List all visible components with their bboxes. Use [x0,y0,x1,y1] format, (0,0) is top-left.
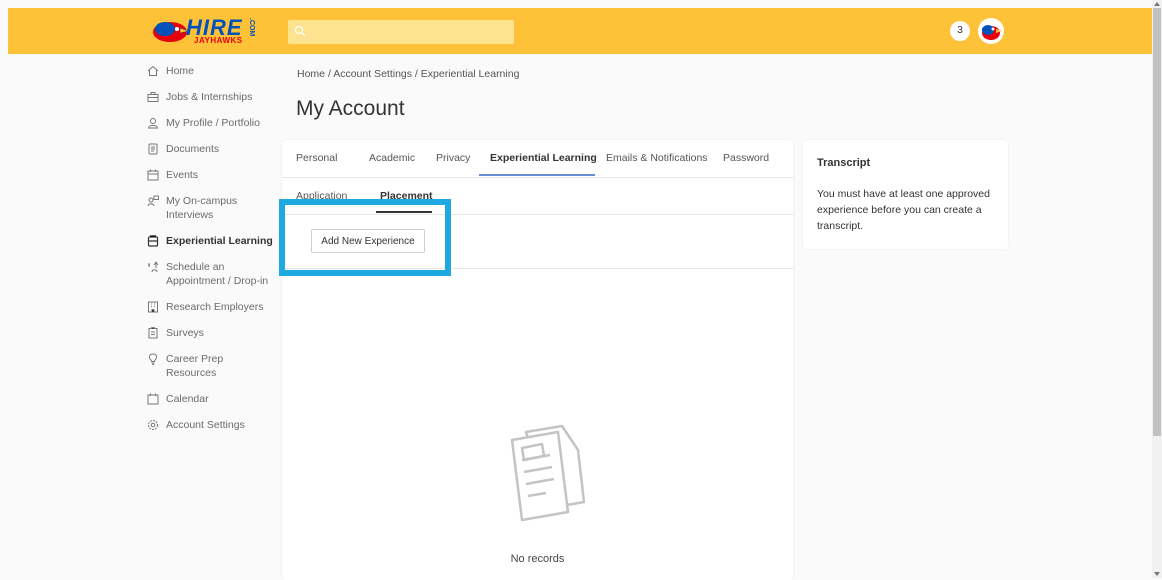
highlight-box [279,199,451,276]
tab-privacy[interactable]: Privacy [436,152,470,164]
empty-documents-icon [510,424,586,522]
sidebar-item-label: Events [166,169,199,181]
empty-state-text: No records [510,553,565,565]
sidebar-item-schedule-appointment[interactable]: Schedule an Appointment / Drop-in [146,260,276,288]
search-input[interactable] [288,20,514,44]
documents-icon [146,142,160,156]
logo-tld: .COM [248,18,255,37]
tab-experiential-learning[interactable]: Experiential Learning [490,152,597,164]
lightbulb-icon [146,352,160,366]
sidebar-item-home[interactable]: Home [146,64,276,78]
sidebar-item-label: My Profile / Portfolio [166,117,260,129]
page-title: My Account [296,97,405,120]
scrollbar-thumb[interactable] [1153,8,1161,436]
appointment-icon [146,260,160,274]
sidebar-item-label: Research Employers [166,301,264,313]
transcript-body: You must have at least one approved expe… [817,188,990,232]
sidebar-nav: Home Jobs & Internships My Profile / Por… [146,64,276,444]
sidebar-item-label: Home [166,65,195,77]
notification-badge[interactable]: 3 [950,21,970,41]
sidebar-item-label: Career Prep Resources [166,353,224,379]
sidebar-item-research-employers[interactable]: Research Employers [146,300,276,314]
sidebar-item-calendar[interactable]: Calendar [146,392,276,406]
sidebar-item-career-prep-resources[interactable]: Career Prep Resources [146,352,276,380]
sidebar-item-on-campus-interviews[interactable]: My On-campus Interviews [146,194,276,222]
scroll-up-arrow-icon[interactable] [1154,2,1160,6]
sidebar-item-documents[interactable]: Documents [146,142,276,156]
home-icon [146,64,160,78]
sidebar-item-label: Documents [166,143,220,155]
experiential-learning-icon [146,234,160,248]
sidebar-item-label: Calendar [166,393,209,405]
breadcrumb-current: Experiential Learning [420,68,520,80]
search-icon [294,25,306,37]
top-header-bar: HIRE JAYHAWKS .COM 3 [8,8,1152,54]
transcript-card: Transcript You must have at least one ap… [803,140,1008,249]
calendar-icon [146,392,160,406]
sidebar-item-label: Jobs & Internships [166,91,253,103]
breadcrumb: Home / Account Settings / Experiential L… [297,68,519,80]
gear-icon [146,418,160,432]
tab-personal[interactable]: Personal [296,152,337,164]
sidebar-item-my-profile[interactable]: My Profile / Portfolio [146,116,276,130]
sidebar-item-label: Surveys [166,327,204,339]
tab-password[interactable]: Password [723,152,769,164]
interviews-icon [146,194,160,208]
transcript-title: Transcript [817,157,871,169]
hire-jayhawks-logo[interactable]: HIRE JAYHAWKS .COM [150,14,268,50]
breadcrumb-home[interactable]: Home [297,68,325,80]
sidebar-item-label: Experiential Learning [166,235,273,247]
sidebar-item-experiential-learning[interactable]: Experiential Learning [146,234,276,248]
sidebar-item-jobs-internships[interactable]: Jobs & Internships [146,90,276,104]
logo-sub: JAYHAWKS [194,36,243,45]
tab-emails-notifications[interactable]: Emails & Notifications [606,152,708,164]
sidebar-item-label: Account Settings [166,419,245,431]
profile-icon [146,116,160,130]
sidebar-item-events[interactable]: Events [146,168,276,182]
breadcrumb-account-settings[interactable]: Account Settings [333,68,412,80]
active-tab-indicator [479,174,595,176]
events-icon [146,168,160,182]
jayhawk-avatar-icon [978,18,1004,44]
user-avatar[interactable] [978,18,1004,44]
page-scrollbar[interactable] [1152,0,1162,578]
sidebar-item-label: My On-campus Interviews [166,195,238,221]
surveys-icon [146,326,160,340]
employers-icon [146,300,160,314]
sidebar-item-label: Schedule an Appointment / Drop-in [166,261,269,287]
scroll-down-arrow-icon[interactable] [1154,572,1160,576]
sidebar-item-account-settings[interactable]: Account Settings [146,418,276,432]
jayhawk-mascot-icon [153,22,190,42]
tab-academic[interactable]: Academic [369,152,415,164]
account-tabs: Personal Academic Privacy Experiential L… [282,140,793,178]
sidebar-item-surveys[interactable]: Surveys [146,326,276,340]
briefcase-icon [146,90,160,104]
